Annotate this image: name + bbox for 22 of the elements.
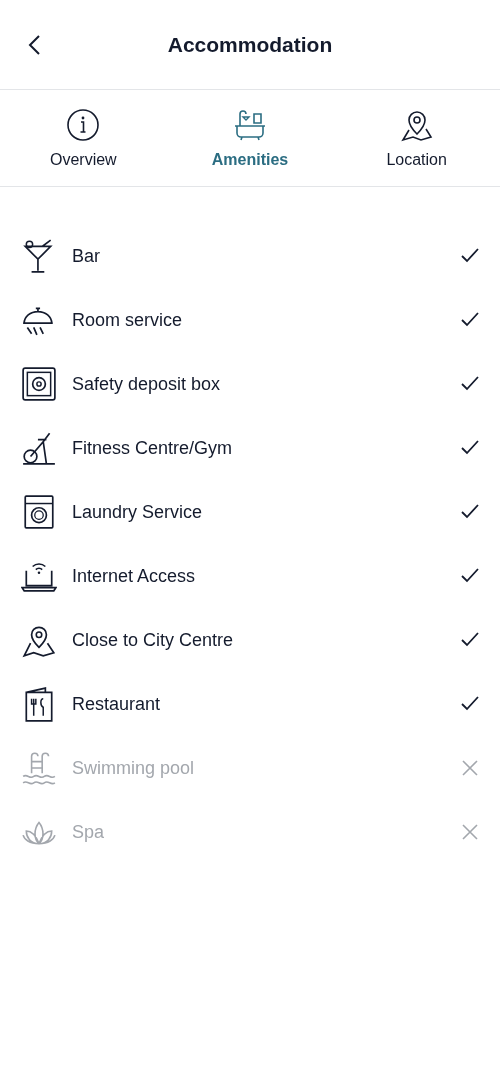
amenity-label: Room service: [72, 308, 184, 332]
tab[interactable]: Amenities: [166, 90, 334, 186]
amenity-label: Restaurant: [72, 692, 162, 716]
tab-icon: [233, 108, 267, 142]
back-icon: [27, 33, 41, 56]
amenity-label: Spa: [72, 820, 106, 844]
safe-icon: [21, 366, 57, 402]
amenity-label: Laundry Service: [72, 500, 204, 524]
tab[interactable]: Overview: [0, 90, 167, 186]
amenity-label: Bar: [72, 244, 101, 268]
amenity-label: Close to City Centre: [72, 628, 235, 652]
page-title: Accommodation: [167, 31, 333, 58]
tab[interactable]: Location: [333, 90, 500, 186]
exercise-bike-icon: [21, 430, 57, 466]
amenity-label: Swimming pool: [72, 756, 196, 780]
amenity-label: Safety deposit box: [72, 372, 222, 396]
amenity-label: Internet Access: [72, 564, 197, 588]
tab-icon: [66, 108, 101, 142]
tab-icon: [399, 108, 434, 142]
amenity-label: Fitness Centre/Gym: [72, 436, 234, 460]
washing-machine-icon: [21, 494, 57, 530]
pool-ladder-icon: [21, 750, 57, 786]
